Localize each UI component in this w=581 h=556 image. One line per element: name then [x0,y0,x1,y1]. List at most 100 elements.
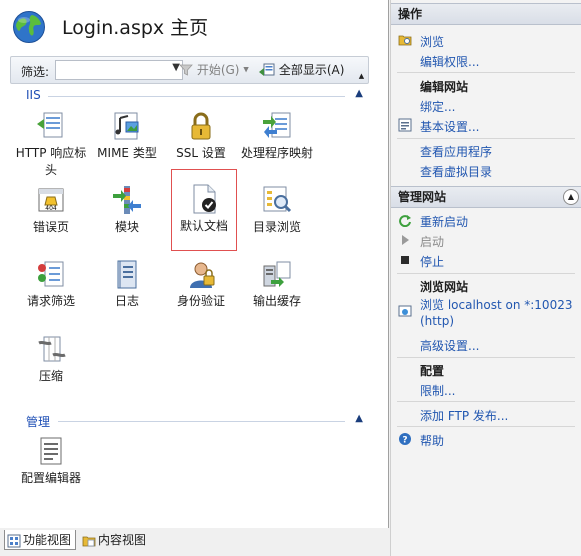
request-filtering-icon [38,261,64,287]
group-title: 管理 [26,415,51,429]
actions-header-label: 操作 [398,7,423,21]
feature-output-caching[interactable]: 输出缓存 [236,258,318,310]
svg-text:404: 404 [45,205,57,212]
feature-error-pages[interactable]: 404 错误页 [10,184,92,236]
feature-directory-browsing[interactable]: 目录浏览 [236,184,318,236]
tab-label: 功能视图 [23,533,72,547]
feature-ssl-settings[interactable]: SSL 设置 [160,110,242,162]
authentication-icon [190,262,215,288]
action-help[interactable]: 帮助 [420,432,444,449]
tab-features-view[interactable]: 功能视图 [4,530,77,550]
feature-logging[interactable]: 日志 [86,258,168,310]
modules-icon [113,186,141,214]
action-restart[interactable]: 重新启动 [420,213,468,230]
group-header-management: 管理 ▲ [10,413,369,429]
feature-modules[interactable]: 模块 [86,184,168,236]
action-basic-settings[interactable]: 基本设置... [420,118,479,135]
feature-label: 身份验证 [176,294,225,308]
manage-site-header-label: 管理网站 [398,190,447,204]
feature-label: 模块 [114,220,139,234]
feature-label: MIME 类型 [97,146,157,160]
show-all-label: 全部显示(A) [278,63,345,77]
action-stop[interactable]: 停止 [420,253,444,270]
start-icon [402,235,409,245]
compression-icon [38,336,66,362]
mime-types-icon [114,112,139,140]
help-icon: ? [399,433,411,446]
view-tabs: 功能视图 内容视图 [0,528,389,556]
feature-label: 错误页 [32,220,69,234]
page-title: Login.aspx 主页 [62,17,209,39]
action-browse-protocol[interactable]: (http) [420,314,454,328]
directory-browsing-icon [263,186,292,213]
action-advanced-settings[interactable]: 高级设置... [420,337,479,354]
feature-authentication[interactable]: 身份验证 [160,258,242,310]
feature-label: 请求筛选 [26,294,75,308]
feature-request-filtering[interactable]: 请求筛选 [10,258,92,310]
action-start: 启动 [420,235,445,249]
content-view-icon [82,536,96,546]
start-filter-label: 开始(G) [196,63,240,77]
feature-default-document[interactable]: 默认文档 [171,169,237,251]
basic-settings-icon [398,118,412,132]
error-page-icon: 404 [38,188,64,212]
collapse-icon[interactable]: ▲ [563,189,579,205]
feature-label: 处理程序映射 [240,146,313,160]
feature-label: 默认文档 [179,219,228,233]
feature-http-response-headers[interactable]: HTTP 响应标头 [10,110,92,179]
section-configure: 配置 [420,364,445,378]
separator [397,138,575,139]
http-headers-icon [37,112,63,138]
start-filter-button[interactable]: 开始(G) ▼ [179,61,249,79]
collapse-caret-icon[interactable]: ▲ [355,88,363,99]
feature-mime-types[interactable]: MIME 类型 [86,110,168,162]
action-limits[interactable]: 限制... [420,382,455,399]
action-add-ftp-publishing[interactable]: 添加 FTP 发布... [420,407,508,424]
group-divider [58,421,345,422]
section-edit-site: 编辑网站 [420,80,469,94]
group-divider [48,96,345,97]
action-edit-permissions[interactable]: 编辑权限... [420,53,479,70]
features-panel: Login.aspx 主页 筛选: ▼ 开始(G) ▼ 全部显示(A) ▲ II… [0,0,389,528]
tab-label: 内容视图 [98,533,147,547]
feature-label: 配置编辑器 [20,471,81,485]
handler-mappings-icon [263,112,291,138]
section-browse-site: 浏览网站 [420,280,469,294]
action-bindings[interactable]: 绑定... [420,98,455,115]
toolbar-overflow-button[interactable]: ▲ [356,69,367,83]
feature-label: 目录浏览 [252,220,301,234]
browse-web-icon [398,305,412,317]
collapse-caret-icon[interactable]: ▲ [355,413,363,424]
action-explore[interactable]: 浏览 [420,33,444,50]
feature-label: 压缩 [38,369,63,383]
actions-header: 操作 [391,3,581,25]
show-all-button[interactable]: 全部显示(A) [259,61,344,79]
separator [397,273,575,274]
filter-toolbar: 筛选: ▼ 开始(G) ▼ 全部显示(A) ▲ [10,56,369,84]
feature-compression[interactable]: 压缩 [10,333,92,385]
stop-icon [401,256,409,264]
funnel-icon [179,64,193,76]
default-document-icon [193,184,216,214]
separator [397,426,575,427]
chevron-down-icon[interactable]: ▼ [243,66,248,74]
output-caching-icon [263,261,291,287]
globe-icon [13,11,45,43]
restart-icon [399,215,411,227]
explore-folder-icon [398,35,412,46]
feature-label: SSL 设置 [176,146,226,160]
feature-configuration-editor[interactable]: 配置编辑器 [10,435,92,487]
configuration-editor-icon [40,437,62,465]
separator [397,357,575,358]
svg-text:?: ? [402,436,407,446]
feature-handler-mappings[interactable]: 处理程序映射 [236,110,318,162]
logging-icon [117,260,137,289]
filter-input[interactable]: ▼ [55,60,183,80]
action-view-virtual-directories[interactable]: 查看虚拟目录 [420,163,492,180]
filter-label: 筛选: [21,65,50,79]
action-view-applications[interactable]: 查看应用程序 [420,143,492,160]
action-browse-localhost[interactable]: 浏览 localhost on *:10023 [420,296,572,313]
separator [397,72,575,73]
separator [397,401,575,402]
tab-content-view[interactable]: 内容视图 [80,530,150,550]
